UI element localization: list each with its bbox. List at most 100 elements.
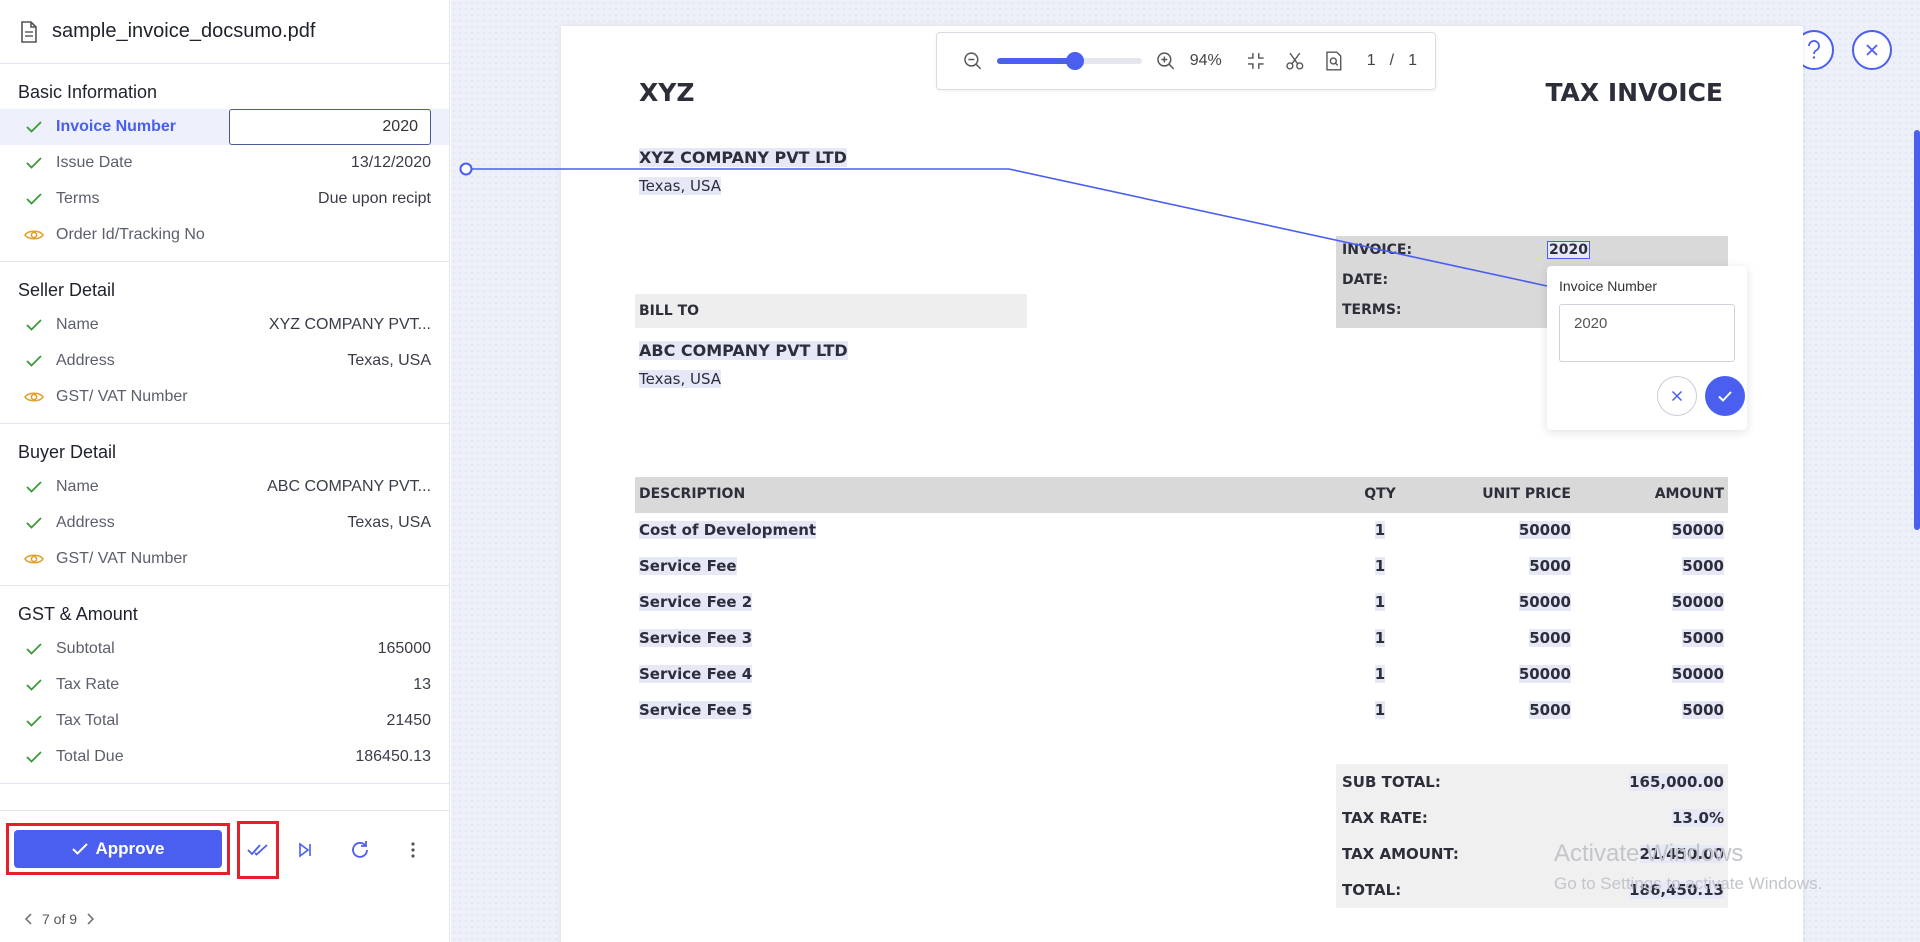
skip-next-button[interactable] <box>292 837 318 863</box>
help-icon <box>1808 40 1820 59</box>
sidebar: sample_invoice_docsumo.pdf Basic Informa… <box>0 0 450 942</box>
totals-label: TAX AMOUNT: <box>1342 845 1459 863</box>
field-row[interactable]: Total Due 186450.13 <box>0 739 449 775</box>
field-row[interactable]: Order Id/Tracking No <box>0 217 449 253</box>
table-cell-text: 5000 <box>1682 557 1724 575</box>
field-row[interactable]: Tax Total 21450 <box>0 703 449 739</box>
field-row[interactable]: GST/ VAT Number <box>0 541 449 577</box>
eye-icon <box>24 230 44 240</box>
pager: 7 of 9 <box>24 911 95 927</box>
column-header: UNIT PRICE <box>1482 486 1571 502</box>
approve-label: Approve <box>95 839 165 858</box>
section-3: GST & Amount Subtotal 165000 Tax Rate 13 Tax … <box>0 586 449 784</box>
section-1: Seller Detail Name XYZ COMPANY PVT... Addre… <box>0 262 449 424</box>
check-icon <box>26 355 42 367</box>
table-cell: 50000 <box>1425 593 1571 611</box>
field-value: 13 <box>413 676 431 693</box>
close-button[interactable] <box>1852 30 1892 70</box>
field-value: ABC COMPANY PVT... <box>267 478 431 495</box>
table-cell-text: 50000 <box>1518 521 1571 539</box>
status-indicator <box>22 709 46 733</box>
double-check-icon <box>247 844 268 856</box>
table-cell-text: 1 <box>1374 701 1386 719</box>
zoom-slider-handle[interactable] <box>1066 52 1085 70</box>
table-cell-text: 50000 <box>1671 521 1724 539</box>
popup-title: Invoice Number <box>1559 278 1658 294</box>
field-row[interactable]: GST/ VAT Number <box>0 379 449 415</box>
check-icon <box>26 157 42 169</box>
section-title: Buyer Detail <box>18 442 117 462</box>
buyer-address: Texas, USA <box>639 370 722 388</box>
approve-button[interactable]: Approve <box>14 830 222 868</box>
field-row[interactable]: Address Texas, USA <box>0 343 449 379</box>
scissors-icon[interactable] <box>1285 51 1305 71</box>
more-vertical-icon <box>411 842 415 858</box>
field-value: Due upon recipt <box>318 190 431 207</box>
field-value: Texas, USA <box>347 514 431 531</box>
totals-value: 165,000.00 <box>1629 773 1724 791</box>
watermark-line2: Go to Settings to activate Windows. <box>1554 874 1823 893</box>
section-title: GST & Amount <box>18 604 138 624</box>
approve-highlight: Approve <box>6 823 230 875</box>
table-cell-text: 1 <box>1374 629 1386 647</box>
find-in-page-icon[interactable] <box>1325 51 1343 71</box>
status-indicator <box>22 637 46 661</box>
field-label: GST/ VAT Number <box>56 388 188 405</box>
file-name: sample_invoice_docsumo.pdf <box>52 20 316 42</box>
table-cell: 50000 <box>1425 521 1571 539</box>
table-cell-text: 50000 <box>1518 593 1571 611</box>
status-indicator <box>22 745 46 769</box>
more-options-button[interactable] <box>400 837 426 863</box>
field-value: 165000 <box>377 640 431 657</box>
check-icon <box>26 121 42 133</box>
popup-confirm-button[interactable] <box>1705 376 1745 416</box>
table-cell: 5000 <box>1425 557 1571 575</box>
chevron-left-icon[interactable] <box>24 913 34 925</box>
chevron-right-icon[interactable] <box>85 913 95 925</box>
status-indicator <box>22 187 46 211</box>
field-row[interactable]: Name ABC COMPANY PVT... <box>0 469 449 505</box>
field-row[interactable]: Tax Rate 13 <box>0 667 449 703</box>
table-cell: 1 <box>1335 629 1425 647</box>
field-row[interactable]: Issue Date 13/12/2020 <box>0 145 449 181</box>
field-label: Tax Rate <box>56 676 120 693</box>
status-indicator <box>22 313 46 337</box>
table-cell-text: Service Fee 5 <box>639 701 753 719</box>
totals-value: 13.0% <box>1671 809 1724 827</box>
field-label: Issue Date <box>56 154 133 171</box>
field-label: Name <box>56 316 99 333</box>
table-cell: Service Fee 3 <box>639 629 1199 647</box>
table-row: Service Fee 5 1 5000 5000 <box>635 693 1728 729</box>
page-separator: / <box>1389 52 1395 69</box>
popup-value-input[interactable]: 2020 <box>1559 304 1735 362</box>
check-icon <box>26 643 42 655</box>
field-sections: Basic Information Invoice Number Issue Dat… <box>0 64 449 784</box>
fit-screen-icon[interactable] <box>1246 51 1266 71</box>
field-value-input[interactable] <box>229 109 431 145</box>
field-label: Total Due <box>56 748 124 765</box>
zoom-slider[interactable] <box>996 52 1143 70</box>
table-cell: 1 <box>1335 665 1425 683</box>
field-row[interactable]: Address Texas, USA <box>0 505 449 541</box>
totals-row: SUB TOTAL: 165,000.00 <box>1336 764 1728 800</box>
pager-text: 7 of 9 <box>42 911 78 927</box>
file-icon <box>21 20 37 43</box>
sidebar-footer: Approve 7 of 9 <box>0 810 450 942</box>
field-row[interactable]: Subtotal 165000 <box>0 631 449 667</box>
viewer-scrollbar[interactable] <box>1914 130 1920 530</box>
table-cell-text: Service Fee <box>639 557 737 575</box>
zoom-in-icon[interactable] <box>1156 51 1176 71</box>
field-row[interactable]: Name XYZ COMPANY PVT... <box>0 307 449 343</box>
refresh-button[interactable] <box>347 837 373 863</box>
skip-next-icon <box>299 842 311 858</box>
zoom-slider-fill <box>996 58 1076 64</box>
table-cell: 1 <box>1335 521 1425 539</box>
field-row[interactable]: Terms Due upon recipt <box>0 181 449 217</box>
table-cell: 50000 <box>1571 593 1724 611</box>
popup-cancel-button[interactable] <box>1657 376 1697 416</box>
zoom-out-icon[interactable] <box>963 51 983 71</box>
approve-all-button[interactable] <box>237 821 279 879</box>
zoom-level: 94% <box>1189 52 1222 69</box>
field-label: Subtotal <box>56 640 115 657</box>
field-row[interactable]: Invoice Number <box>0 109 449 145</box>
